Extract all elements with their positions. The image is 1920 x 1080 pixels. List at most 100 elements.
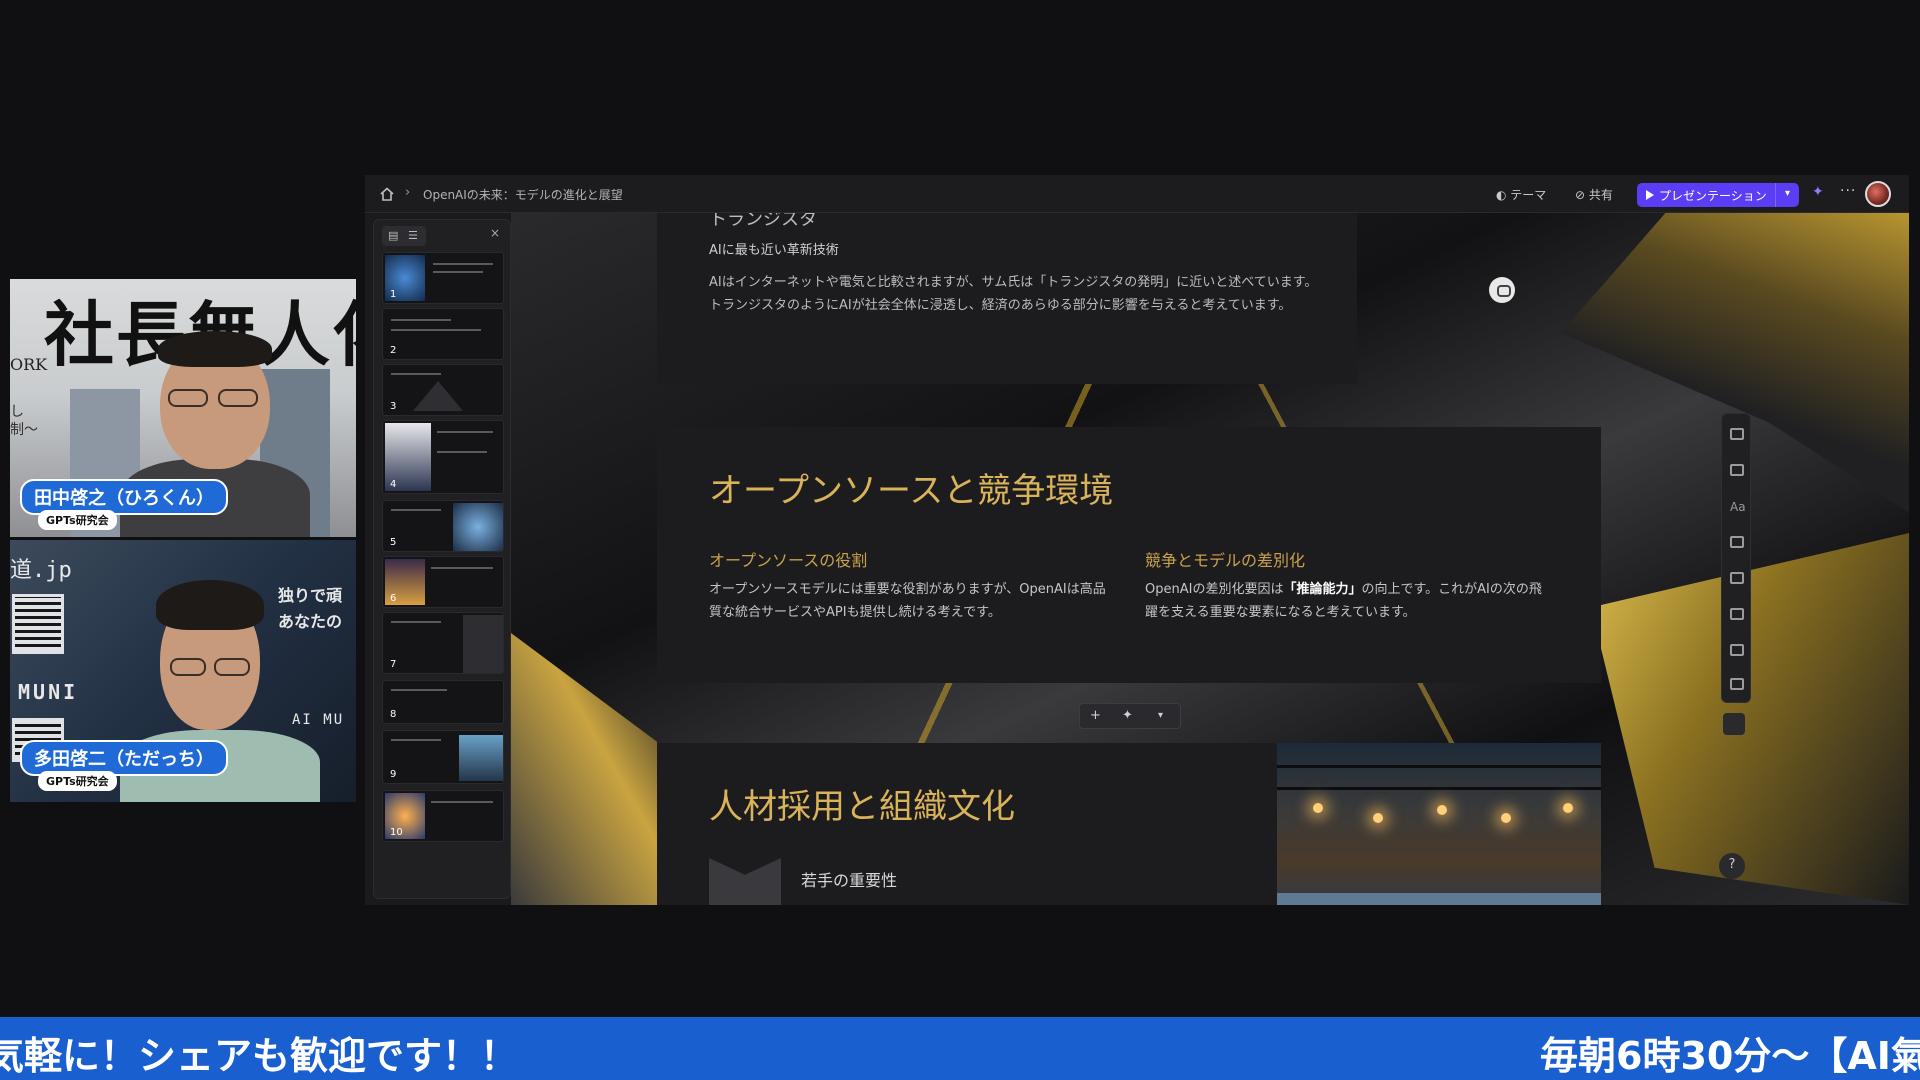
card-layout-icon[interactable] <box>1730 464 1744 476</box>
glasses <box>218 389 258 407</box>
presentation-app-window: › OpenAIの未来：モデルの進化と展望 ◐ テーマ ⊘ 共有 プレゼンテーシ… <box>365 175 1909 905</box>
thumbnail-line <box>391 329 481 331</box>
slide-number: 9 <box>390 769 397 780</box>
sparkle-icon[interactable]: ✦ <box>1812 184 1824 200</box>
slide-thumbnail[interactable]: 5 <box>382 500 504 552</box>
thumbnail-line <box>391 689 447 691</box>
slide-thumbnail[interactable]: 7 <box>382 612 504 674</box>
section-body-text: AIはインターネットや電気と比較されますが、サム氏は「トランジスタの発明」に近い… <box>709 275 1318 313</box>
thumbnail-view-toggle: ▤ ☰ <box>382 226 426 246</box>
home-icon[interactable] <box>379 186 395 202</box>
close-icon[interactable]: × <box>490 226 500 240</box>
add-block-icon[interactable]: + <box>1090 708 1101 723</box>
slide-number: 8 <box>390 709 397 720</box>
edit-icon[interactable] <box>1730 678 1744 690</box>
broadcast-ticker: 気軽に！シェアも歓迎です！！ 毎朝6時30分〜【AI氣 <box>0 1017 1920 1080</box>
insert-block-toolbar: + ✦ ▾ <box>1079 703 1181 729</box>
person-hair <box>156 580 264 630</box>
comment-icon[interactable] <box>1489 277 1515 303</box>
slide-section-open-source[interactable]: オープンソースと競争環境 オープンソースの役割 オープンソースモデルには重要な役… <box>657 427 1601 683</box>
text-style-icon[interactable]: Aa <box>1730 500 1746 514</box>
blocks-icon[interactable] <box>1730 428 1744 440</box>
bold-text-run: 「推論能力」 <box>1283 582 1362 597</box>
chart-icon[interactable] <box>1730 644 1744 656</box>
section-title: 人材採用と組織文化 <box>709 787 1015 827</box>
slide-number: 10 <box>390 827 403 838</box>
slide-thumbnail[interactable]: 10 <box>382 790 504 842</box>
right-tool-rail: Aa <box>1721 413 1751 703</box>
link-icon: ⊘ <box>1575 188 1589 202</box>
layout-icon[interactable] <box>1730 572 1744 584</box>
bookmark-icon <box>709 858 781 905</box>
slide-thumbnails-panel: ▤ ☰ × 1 2 3 4 5 6 7 8 9 10 <box>373 219 511 899</box>
column-body: OpenAIの差別化要因は「推論能力」の向上です。これがAIの次の飛躍を支える重… <box>1145 578 1545 624</box>
section-subtitle: AIに最も近い革新技術 <box>709 243 839 258</box>
image-lamp <box>1373 813 1383 823</box>
background-text: 道.jp <box>10 558 72 583</box>
slide-thumbnail[interactable]: 8 <box>382 680 504 724</box>
slide-number: 3 <box>390 401 397 412</box>
slide-thumbnail[interactable]: 6 <box>382 556 504 608</box>
section-image-factory[interactable] <box>1277 743 1601 905</box>
column-title: 競争とモデルの差別化 <box>1145 551 1306 570</box>
thumbnail-line <box>391 739 441 741</box>
chevron-down-icon[interactable]: ▾ <box>1158 710 1163 721</box>
chevron-right-icon: › <box>405 185 411 200</box>
user-avatar[interactable] <box>1865 181 1891 207</box>
speaker-org-tag: GPTs研究会 <box>38 510 117 530</box>
ticker-text-right: 毎朝6時30分〜【AI氣 <box>1540 1034 1920 1078</box>
present-button[interactable]: プレゼンテーション ▾ <box>1637 183 1799 207</box>
slide-number: 5 <box>390 537 397 548</box>
more-options-icon[interactable]: ··· <box>1840 183 1856 199</box>
list-view-icon[interactable]: ☰ <box>408 229 418 242</box>
qr-code <box>12 594 64 654</box>
image-floor <box>1277 893 1601 905</box>
feedback-icon[interactable] <box>1723 713 1745 735</box>
slide-thumbnail[interactable]: 1 <box>382 252 504 304</box>
help-icon[interactable]: ? <box>1719 853 1745 879</box>
bullet-title: 若手の重要性 <box>801 871 898 890</box>
image-lamp <box>1437 805 1447 815</box>
thumbnail-line <box>433 271 483 273</box>
thumbnail-line <box>437 451 487 453</box>
slide-section-hiring-culture[interactable]: 人材採用と組織文化 若手の重要性 <box>657 743 1601 905</box>
slide-number: 6 <box>390 593 397 604</box>
slide-section-transistor[interactable]: トランジスタ AIに最も近い革新技術 AIはインターネットや電気と比較されますが… <box>657 213 1357 384</box>
background-side-text: ORK <box>10 355 48 374</box>
slide-number: 2 <box>390 345 397 356</box>
section-title: オープンソースと競争環境 <box>709 471 1114 511</box>
theme-button[interactable]: ◐ テーマ <box>1496 186 1546 203</box>
thumbnail-image <box>453 503 503 551</box>
share-button[interactable]: ⊘ 共有 <box>1575 186 1613 203</box>
webcam-tile-top: 社長無人化 ORK し 制〜 田中啓之（ひろくん） GPTs研究会 <box>10 279 356 537</box>
slide-thumbnail[interactable]: 9 <box>382 730 504 784</box>
thumbnail-line <box>437 431 493 433</box>
section-title-partial: トランジスタ <box>709 213 817 230</box>
ai-sparkle-icon[interactable]: ✦ <box>1122 708 1133 723</box>
background-text: あなたの <box>278 612 343 631</box>
slide-number: 7 <box>390 659 397 670</box>
thumbnail-line <box>391 509 441 511</box>
thumbnail-line <box>391 319 451 321</box>
background-text: MUNI <box>18 680 79 704</box>
grid-view-icon[interactable]: ▤ <box>388 229 398 242</box>
image-beam <box>1277 787 1601 790</box>
chevron-down-icon[interactable]: ▾ <box>1775 183 1799 207</box>
slide-thumbnail[interactable]: 2 <box>382 308 504 360</box>
table-icon[interactable] <box>1730 608 1744 620</box>
column-body: オープンソースモデルには重要な役割がありますが、OpenAIは高品質な統合サービ… <box>709 582 1106 620</box>
slide-thumbnail[interactable]: 4 <box>382 420 504 494</box>
speaker-org-tag: GPTs研究会 <box>38 771 117 791</box>
image-icon[interactable] <box>1730 536 1744 548</box>
slide-number: 1 <box>390 289 397 300</box>
thumbnail-line <box>391 621 441 623</box>
background-facet <box>511 633 657 905</box>
slide-canvas[interactable]: トランジスタ AIに最も近い革新技術 AIはインターネットや電気と比較されますが… <box>511 213 1909 905</box>
image-lamp <box>1563 803 1573 813</box>
thumbnail-line <box>433 263 493 265</box>
person-hair <box>158 331 272 367</box>
slide-thumbnail[interactable]: 3 <box>382 364 504 416</box>
breadcrumb-document-title[interactable]: OpenAIの未来：モデルの進化と展望 <box>423 186 623 203</box>
image-lamp <box>1501 813 1511 823</box>
palette-icon: ◐ <box>1496 188 1511 202</box>
